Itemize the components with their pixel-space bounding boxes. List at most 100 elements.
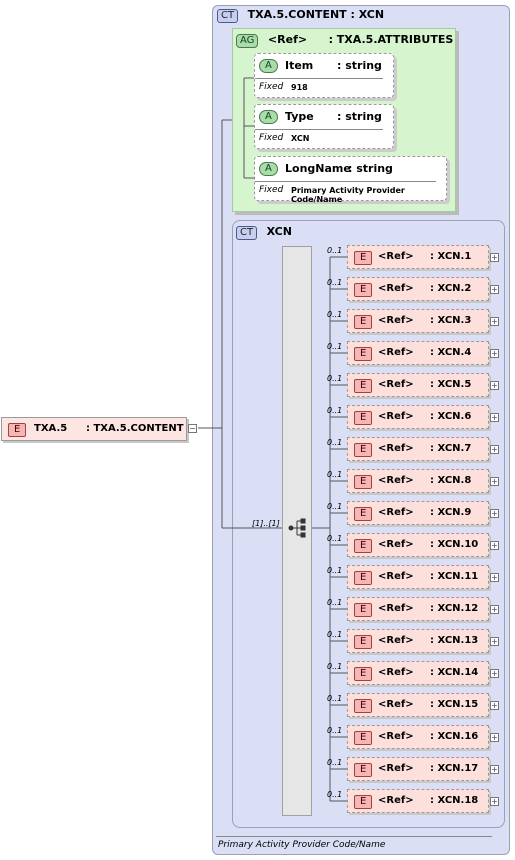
expand-toggle-icon[interactable]: + — [490, 701, 499, 710]
element-badge: E — [354, 251, 373, 265]
element-cardinality: 0..1 — [327, 630, 343, 639]
element-type: : XCN.6 — [430, 411, 472, 422]
expand-toggle-icon[interactable]: + — [490, 317, 499, 326]
expand-toggle-icon[interactable]: + — [490, 797, 499, 806]
expand-toggle-icon[interactable]: + — [490, 381, 499, 390]
element-xcn-8[interactable]: E <Ref>: XCN.8 — [347, 469, 489, 493]
element-badge: E — [354, 539, 373, 553]
element-badge: E — [354, 795, 373, 809]
element-type: : XCN.9 — [430, 507, 472, 518]
element-badge: E — [354, 315, 373, 329]
element-cardinality: 0..1 — [327, 598, 343, 607]
element-cardinality: 0..1 — [327, 534, 343, 543]
element-xcn-7[interactable]: E <Ref>: XCN.7 — [347, 437, 489, 461]
element-cardinality: 0..1 — [327, 374, 343, 383]
element-badge: E — [8, 423, 27, 437]
element-ref: <Ref> — [378, 539, 414, 550]
element-cardinality: 0..1 — [327, 246, 343, 255]
element-type: : XCN.3 — [430, 315, 472, 326]
element-xcn-10[interactable]: E <Ref> : XCN.10 — [347, 533, 489, 557]
element-badge: E — [354, 443, 373, 457]
element-xcn-9[interactable]: E <Ref> : XCN.9 — [347, 501, 489, 525]
element-type: : XCN.15 — [430, 699, 479, 710]
element-type: : XCN.17 — [430, 763, 479, 774]
expand-toggle-icon[interactable]: + — [490, 253, 499, 262]
element-badge: E — [354, 347, 373, 361]
element-type: : XCN.14 — [430, 667, 479, 678]
element-cardinality: 0..1 — [327, 726, 343, 735]
documentation-text: Primary Activity Provider Code/Name — [218, 840, 386, 850]
element-xcn-18[interactable]: E <Ref>: XCN.18 — [347, 789, 489, 813]
element-xcn-6[interactable]: E <Ref>: XCN.6 — [347, 405, 489, 429]
element-cardinality: 0..1 — [327, 662, 343, 671]
expand-toggle-icon[interactable]: + — [490, 637, 499, 646]
element-xcn-1[interactable]: E <Ref>: XCN.1 — [347, 245, 489, 269]
element-type: : XCN.16 — [430, 731, 479, 742]
sequence-icon — [288, 518, 306, 538]
element-xcn-16[interactable]: E <Ref>: XCN.16 — [347, 725, 489, 749]
element-xcn-12[interactable]: E <Ref> : XCN.12 — [347, 597, 489, 621]
element-xcn-13[interactable]: E <Ref> : XCN.13 — [347, 629, 489, 653]
expand-toggle-icon[interactable]: + — [490, 349, 499, 358]
element-xcn-3[interactable]: E <Ref> : XCN.3 — [347, 309, 489, 333]
element-badge: E — [354, 283, 373, 297]
element-cardinality: 0..1 — [327, 438, 343, 447]
element-badge: E — [354, 667, 373, 681]
documentation-divider — [216, 836, 492, 837]
element-ref: <Ref> — [378, 571, 414, 582]
element-xcn-5[interactable]: E <Ref>: XCN.5 — [347, 373, 489, 397]
element-ref: <Ref> — [378, 475, 414, 486]
element-badge: E — [354, 507, 373, 521]
element-ref: <Ref> — [378, 699, 414, 710]
element-cardinality: 0..1 — [327, 566, 343, 575]
element-xcn-4[interactable]: E <Ref> : XCN.4 — [347, 341, 489, 365]
element-ref: <Ref> — [378, 763, 414, 774]
element-type: : XCN.10 — [430, 539, 479, 550]
expand-toggle-icon[interactable]: + — [490, 669, 499, 678]
element-ref: <Ref> — [378, 347, 414, 358]
element-ref: <Ref> — [378, 507, 414, 518]
element-ref: <Ref> — [378, 411, 414, 422]
element-xcn-14[interactable]: E <Ref>: XCN.14 — [347, 661, 489, 685]
expand-toggle-icon[interactable]: + — [490, 541, 499, 550]
element-cardinality: 0..1 — [327, 278, 343, 287]
element-ref: <Ref> — [378, 315, 414, 326]
element-type: : XCN.13 — [430, 635, 479, 646]
element-xcn-17[interactable]: E <Ref> : XCN.17 — [347, 757, 489, 781]
element-cardinality: 0..1 — [327, 502, 343, 511]
element-type: : XCN.11 — [430, 571, 479, 582]
element-ref: <Ref> — [378, 603, 414, 614]
element-ref: <Ref> — [378, 635, 414, 646]
element-xcn-15[interactable]: E <Ref> : XCN.15 — [347, 693, 489, 717]
expand-toggle-icon[interactable]: + — [490, 573, 499, 582]
element-xcn-11[interactable]: E <Ref> : XCN.11 — [347, 565, 489, 589]
element-ref: <Ref> — [378, 379, 414, 390]
expand-toggle-icon[interactable]: + — [490, 477, 499, 486]
element-badge: E — [354, 635, 373, 649]
expand-toggle-icon[interactable]: + — [490, 445, 499, 454]
expand-toggle-icon[interactable]: + — [490, 733, 499, 742]
element-type: : XCN.2 — [430, 283, 472, 294]
expand-toggle-icon[interactable]: + — [490, 605, 499, 614]
element-badge: E — [354, 763, 373, 777]
element-xcn-2[interactable]: E <Ref>: XCN.2 — [347, 277, 489, 301]
root-element-name: TXA.5 — [34, 423, 68, 434]
expand-toggle-icon[interactable]: + — [490, 285, 499, 294]
expand-toggle-icon[interactable]: + — [490, 509, 499, 518]
element-type: : XCN.8 — [430, 475, 472, 486]
element-type: : XCN.12 — [430, 603, 479, 614]
element-badge: E — [354, 699, 373, 713]
element-type: : XCN.5 — [430, 379, 472, 390]
element-ref: <Ref> — [378, 731, 414, 742]
root-element[interactable]: E TXA.5 : TXA.5.CONTENT — [1, 417, 187, 441]
collapse-toggle-icon[interactable]: − — [188, 424, 197, 433]
element-type: : XCN.4 — [430, 347, 472, 358]
expand-toggle-icon[interactable]: + — [490, 765, 499, 774]
element-cardinality: 0..1 — [327, 342, 343, 351]
element-cardinality: 0..1 — [327, 790, 343, 799]
element-badge: E — [354, 571, 373, 585]
element-cardinality: 0..1 — [327, 406, 343, 415]
element-cardinality: 0..1 — [327, 310, 343, 319]
expand-toggle-icon[interactable]: + — [490, 413, 499, 422]
element-badge: E — [354, 603, 373, 617]
